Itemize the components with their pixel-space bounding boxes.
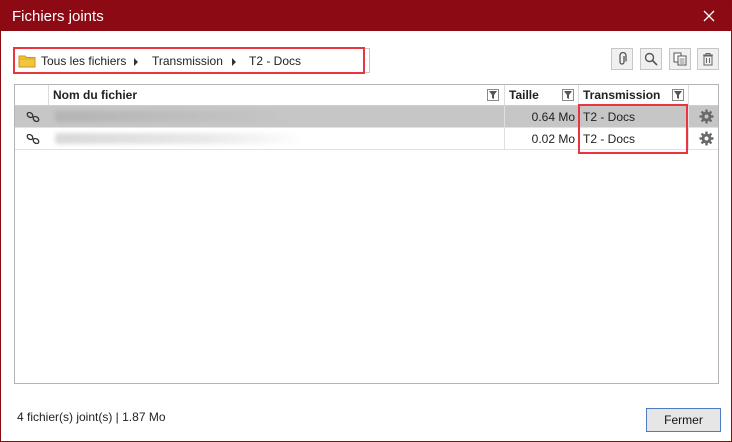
copy-document-button[interactable] (669, 48, 691, 70)
gear-icon[interactable] (699, 109, 714, 124)
filter-transmission-button[interactable] (672, 89, 684, 101)
breadcrumb: Tous les fichiers Transmission T2 - Docs (13, 47, 370, 74)
folder-icon (18, 55, 36, 68)
header-size-label: Taille (509, 88, 539, 102)
filter-icon (674, 91, 682, 99)
search-button[interactable] (640, 48, 662, 70)
close-button[interactable] (687, 1, 731, 31)
header-icon-column (15, 85, 49, 105)
attachments-summary: 4 fichier(s) joint(s) | 1.87 Mo (17, 410, 166, 424)
header-file-name[interactable]: Nom du fichier (49, 85, 505, 105)
link-icon (26, 111, 40, 123)
delete-button[interactable] (697, 48, 719, 70)
attach-button[interactable] (611, 48, 633, 70)
attachments-dialog: Fichiers joints Tous les fichiers Transm… (0, 0, 732, 442)
attachments-table: Nom du fichier Taille Transmission 0.64 … (14, 84, 719, 384)
breadcrumb-item-t2-docs[interactable]: T2 - Docs (249, 54, 301, 68)
dialog-title: Fichiers joints (12, 8, 104, 25)
table-row[interactable]: 0.64 Mo T2 - Docs (15, 106, 718, 128)
breadcrumb-item-transmission[interactable]: Transmission (152, 54, 223, 68)
filter-icon (564, 91, 572, 99)
redacted-file-name (55, 133, 305, 144)
filter-icon (489, 91, 497, 99)
header-transmission-label: Transmission (583, 88, 661, 102)
filter-size-button[interactable] (562, 89, 574, 101)
trash-icon (703, 53, 713, 66)
close-dialog-button[interactable]: Fermer (646, 408, 721, 432)
copy-document-icon (673, 52, 687, 66)
table-row[interactable]: 0.02 Mo T2 - Docs (15, 128, 718, 150)
file-name-cell (49, 128, 505, 150)
attach-icon (619, 52, 627, 65)
breadcrumb-separator-icon (232, 58, 236, 66)
filter-file-name-button[interactable] (487, 89, 499, 101)
search-icon (644, 52, 658, 66)
file-name-cell (49, 106, 505, 128)
link-icon (26, 133, 40, 145)
header-file-name-label: Nom du fichier (53, 88, 138, 102)
breadcrumb-item-all-files[interactable]: Tous les fichiers (41, 54, 126, 68)
transmission-cell: T2 - Docs (579, 106, 689, 128)
redacted-file-name (55, 111, 285, 122)
close-icon (703, 10, 715, 22)
gear-icon[interactable] (699, 131, 714, 146)
breadcrumb-separator-icon (134, 58, 138, 66)
size-cell: 0.64 Mo (505, 106, 579, 128)
header-size[interactable]: Taille (505, 85, 579, 105)
size-cell: 0.02 Mo (505, 128, 579, 150)
table-header: Nom du fichier Taille Transmission (15, 85, 718, 106)
title-bar: Fichiers joints (1, 1, 731, 31)
header-transmission[interactable]: Transmission (579, 85, 689, 105)
transmission-cell: T2 - Docs (579, 128, 689, 150)
